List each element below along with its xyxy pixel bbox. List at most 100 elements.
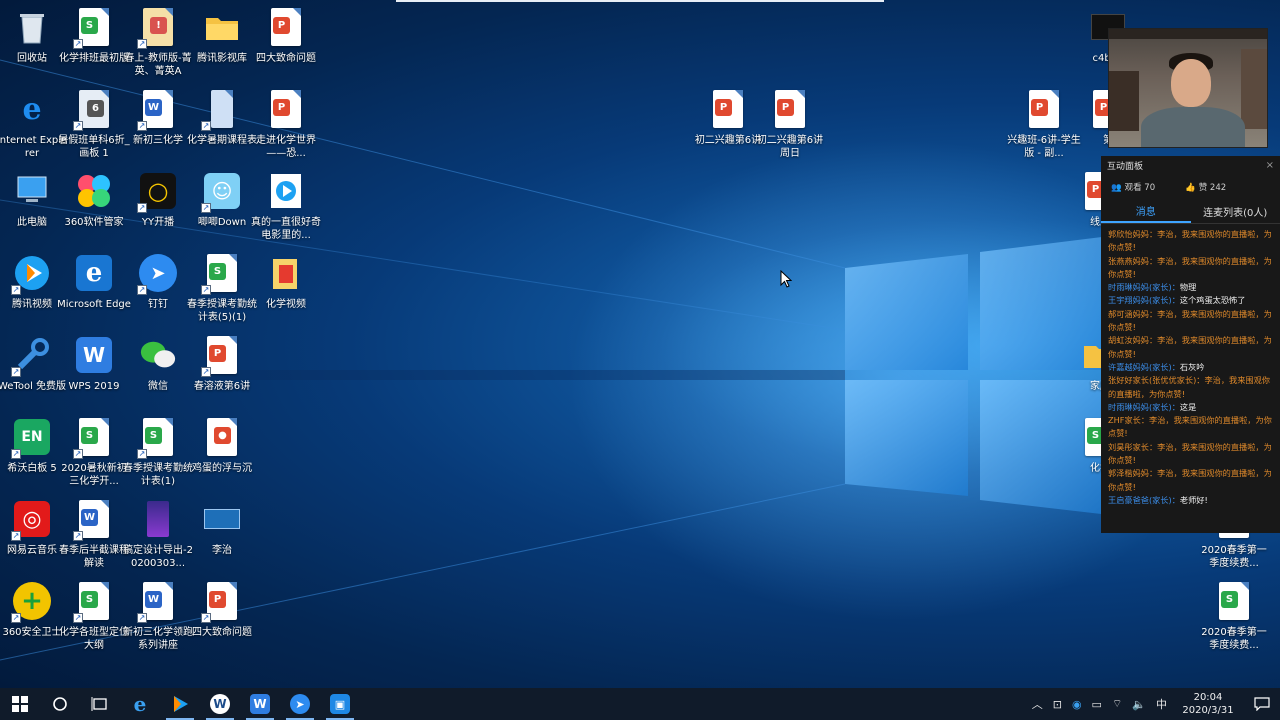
close-icon[interactable]: × [1266, 160, 1274, 171]
message-author: 张好好家长(张优优家长)： [1108, 375, 1205, 386]
this-pc-icon[interactable]: 此电脑 [0, 170, 64, 248]
message-item: ZHF家长：李治，我来围观你的直播啦，为你点赞! [1108, 414, 1273, 441]
panel-header: 互动面板 × [1101, 156, 1280, 174]
message-text: 这个鸡蛋太恐怖了 [1179, 295, 1246, 306]
video-file-icon[interactable]: ● 鸡蛋的浮与沉 [190, 416, 254, 494]
chevron-up-icon[interactable]: ︿ [1032, 696, 1043, 712]
folder-icon[interactable]: 腾讯影视库 [190, 6, 254, 84]
notification-button[interactable] [1244, 688, 1280, 720]
spreadsheet-file-icon[interactable]: S 2020春季第一季度续费... [1201, 580, 1267, 658]
message-author: 张燕燕妈妈： [1108, 255, 1158, 266]
message-item: 郭欣怡妈妈：李治，我来围观你的直播啦，为你点赞! [1108, 228, 1273, 255]
edge-icon[interactable]: e Microsoft Edge [57, 252, 131, 330]
panel-stats: 👥 观看 70 👍 赞 242 [1101, 174, 1280, 200]
tencent-video-icon [174, 696, 188, 712]
interaction-panel: 互动面板 × 👥 观看 70 👍 赞 242 消息 连麦列表(0人) 郭欣怡妈妈：李… [1101, 156, 1280, 533]
taskbar-live-app[interactable]: ▣ [320, 688, 360, 720]
notification-icon [1254, 697, 1270, 711]
taskbar: e W W ➤ ▣ ︿ ⊡ ◉ ▭ ⌔ 🔈 中 20:04 2020/3/31 [0, 688, 1280, 720]
ppt-file-icon[interactable]: P 四大致命问题 [254, 6, 318, 84]
taskbar-edge[interactable]: e [120, 688, 160, 720]
internet-explorer-icon[interactable]: e Internet Explorer [0, 88, 67, 166]
people-icon: 👥 [1111, 183, 1122, 193]
message-item: 郭泽楷妈妈：李治，我来围观你的直播啦，为你点赞! [1108, 467, 1273, 494]
mouse-cursor-icon [780, 270, 792, 288]
start-button[interactable] [0, 688, 40, 720]
system-tray: ︿ ⊡ ◉ ▭ ⌔ 🔈 中 20:04 2020/3/31 [1027, 688, 1280, 720]
message-author: 郭欣怡妈妈： [1108, 229, 1158, 239]
dingtalk-icon[interactable]: ➤ ↗ 钉钉 [126, 252, 190, 330]
message-author: 郭泽楷妈妈： [1108, 468, 1158, 479]
video-file-icon[interactable]: 真的一直很好奇电影里的... [251, 170, 321, 248]
windows-start-icon [12, 696, 28, 712]
spreadsheet-file-icon[interactable]: S ↗ 化学排班最初版 [59, 6, 129, 84]
taskbar-tencent-video[interactable] [160, 688, 200, 720]
ime-indicator[interactable]: 中 [1156, 696, 1167, 712]
360-safe-icon[interactable]: + ↗ 360安全卫士 [0, 580, 64, 658]
screen-top-bar [396, 0, 884, 2]
seewo-board-icon[interactable]: EN ↗ 希沃白板 5 [0, 416, 64, 494]
spreadsheet-file-icon[interactable]: S ↗ 春季授课考勤统计表(1) [123, 416, 193, 494]
recycle-bin-icon[interactable]: 回收站 [0, 6, 64, 84]
webcam-video [1108, 28, 1268, 148]
volume-icon[interactable]: 🔈 [1132, 698, 1146, 711]
wechat-icon[interactable]: 微信 [126, 334, 190, 412]
message-item: 刘昊彤家长：李治，我来围观你的直播啦，为你点赞! [1108, 441, 1273, 468]
spreadsheet-file-icon[interactable]: S ↗ 化学各班型定位大纲 [59, 580, 129, 658]
message-text: 这是 [1179, 401, 1197, 412]
spreadsheet-file-icon[interactable]: S ↗ 春季授课考勤统计表(5)(1) [187, 252, 257, 330]
message-author: 胡虹汝妈妈： [1108, 335, 1158, 346]
message-item: 胡虹汝妈妈：李治，我来围观你的直播啦，为你点赞! [1108, 334, 1273, 361]
tab-mic-list[interactable]: 连麦列表(0人) [1191, 200, 1280, 223]
ppt-file-icon[interactable]: P 兴趣班-6讲-学生版 - 副... [1007, 88, 1081, 166]
task-view-button[interactable] [80, 688, 120, 720]
message-item: 许嘉越妈妈(家长)：石灰吟 [1108, 361, 1273, 374]
folder-video-icon[interactable]: 化学视频 [254, 252, 318, 330]
yy-live-icon[interactable]: ○ ↗ YY开播 [126, 170, 190, 248]
message-author: 王启豪爸爸(家长)： [1108, 494, 1180, 505]
message-text: 石灰吟 [1179, 361, 1205, 372]
ppt-file-icon[interactable]: P ↗ 四大致命问题 [190, 580, 254, 658]
word-file-icon[interactable]: W ↗ 新初三化学 [126, 88, 190, 166]
wetool-icon[interactable]: ↗ WeTool 免费版 [0, 334, 66, 412]
taskbar-dingtalk[interactable]: ➤ [280, 688, 320, 720]
cortana-search-button[interactable] [40, 688, 80, 720]
zip-file-icon[interactable]: ! ↗ 春上-教师版-菁英、菁英A [124, 6, 192, 84]
message-author: 王宇翔妈妈(家长)： [1108, 295, 1180, 306]
image-file-icon[interactable]: 李治 [190, 498, 254, 576]
word-file-icon[interactable]: W ↗ 新初三化学领跑系列讲座 [123, 580, 193, 658]
ppt-file-icon[interactable]: P 走进化学世界——恐... [254, 88, 318, 166]
spreadsheet-file-icon[interactable]: S ↗ 2020暑秋新初三化学开... [61, 416, 127, 494]
tencent-video-icon[interactable]: ↗ 腾讯视频 [0, 252, 64, 330]
message-item: 王宇翔妈妈(家长)：这个鸡蛋太恐怖了 [1108, 294, 1273, 307]
message-text: 物理 [1179, 282, 1197, 293]
ppt-file-icon[interactable]: P 初二兴趣第6讲周日 [757, 88, 823, 166]
netease-music-icon[interactable]: ◎ ↗ 网易云音乐 [0, 498, 64, 576]
taskbar-app-w[interactable]: W [200, 688, 240, 720]
jijidown-icon[interactable]: ☺ ↗ 唧唧Down [190, 170, 254, 248]
image-file-icon[interactable]: 稿定设计导出-20200303... [123, 498, 193, 576]
thumbs-up-icon: 👍 [1185, 183, 1196, 193]
message-item: 王启豪爸爸(家长)：老师好! [1108, 494, 1273, 507]
tab-messages[interactable]: 消息 [1101, 200, 1191, 223]
image-file-icon[interactable]: 6 ↗ 暑假班单科6折_画板 1 [58, 88, 130, 166]
message-author: 时雨琳妈妈(家长)： [1108, 401, 1180, 412]
word-file-icon[interactable]: W ↗ 春季后半截课程解读 [59, 498, 129, 576]
taskbar-wps[interactable]: W [240, 688, 280, 720]
search-circle-icon [53, 697, 67, 711]
network-icon[interactable]: ⊡ [1053, 698, 1062, 711]
wps-icon[interactable]: W WPS 2019 [62, 334, 126, 412]
clock[interactable]: 20:04 2020/3/31 [1178, 691, 1238, 717]
clock-date: 2020/3/31 [1182, 705, 1234, 716]
clock-time: 20:04 [1193, 692, 1223, 703]
wifi-icon[interactable]: ⌔ [1112, 697, 1122, 711]
message-item: 时雨琳妈妈(家长)：物理 [1108, 281, 1273, 294]
battery-icon[interactable]: ▭ [1092, 698, 1102, 711]
ppt-file-icon[interactable]: P ↗ 春溶液第6讲 [190, 334, 254, 412]
tray-app-icon[interactable]: ◉ [1072, 698, 1082, 711]
message-list: 郭欣怡妈妈：李治，我来围观你的直播啦，为你点赞! 张燕燕妈妈：李治，我来围观你的… [1101, 224, 1280, 511]
w-app-icon: W [210, 694, 230, 714]
360-software-icon[interactable]: 360软件管家 [62, 170, 126, 248]
document-file-icon[interactable]: ↗ 化学暑期课程表 [187, 88, 257, 166]
ppt-file-icon[interactable]: P 初二兴趣第6讲 [695, 88, 761, 166]
